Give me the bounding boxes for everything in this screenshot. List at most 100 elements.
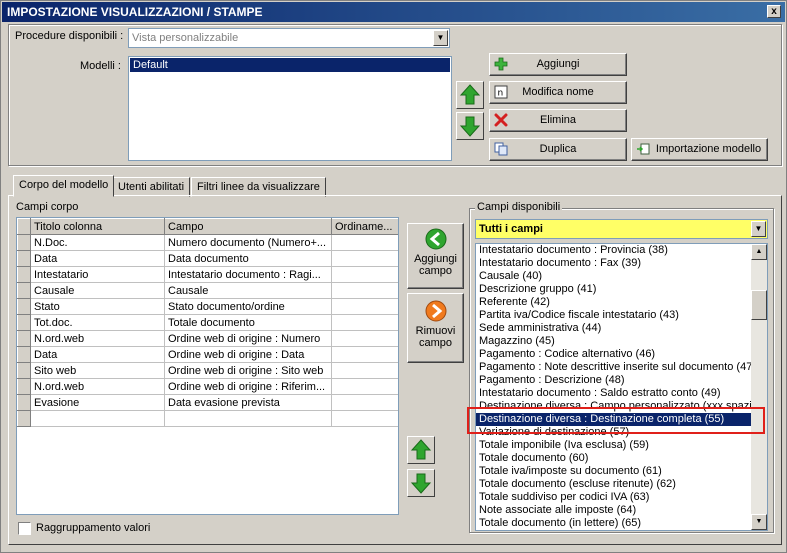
cell-titolo[interactable]: Intestatario bbox=[30, 266, 165, 283]
cell-ordinamento[interactable] bbox=[331, 282, 398, 299]
list-item[interactable]: Totale imponibile (Iva esclusa) (59) bbox=[476, 439, 751, 452]
tab-utenti-abilitati[interactable]: Utenti abilitati bbox=[112, 177, 191, 197]
cell-campo[interactable]: Data documento bbox=[164, 250, 332, 267]
table-row[interactable]: N.ord.web Ordine web di origine : Riferim… bbox=[17, 378, 398, 395]
campi-disponibili-list[interactable]: Intestatario documento : Provincia (38) I… bbox=[475, 243, 768, 531]
cell-ordinamento[interactable] bbox=[331, 378, 398, 395]
col-titolo-colonna[interactable]: Titolo colonna bbox=[30, 218, 165, 235]
modifica-nome-button[interactable]: n Modifica nome bbox=[489, 81, 627, 104]
cell-titolo[interactable]: Tot.doc. bbox=[30, 314, 165, 331]
list-item[interactable]: Partita iva/Codice fiscale intestatario … bbox=[476, 309, 751, 322]
cell-campo[interactable]: Data evasione prevista bbox=[164, 394, 332, 411]
list-item[interactable]: Referente (42) bbox=[476, 296, 751, 309]
list-item[interactable]: Totale iva/imposte su documento (61) bbox=[476, 465, 751, 478]
campi-scrollbar[interactable]: ▲ ▼ bbox=[751, 244, 767, 530]
modelli-list[interactable]: Default bbox=[128, 56, 452, 161]
cell-titolo[interactable]: Sito web bbox=[30, 362, 165, 379]
cell-ordinamento[interactable] bbox=[331, 330, 398, 347]
list-item[interactable]: Pagamento : Note descrittive inserite su… bbox=[476, 361, 751, 374]
table-row[interactable]: N.Doc. Numero documento (Numero+... bbox=[17, 234, 398, 251]
cell-campo[interactable]: Totale documento bbox=[164, 314, 332, 331]
table-row[interactable]: Stato Stato documento/ordine bbox=[17, 298, 398, 315]
table-row[interactable]: Data Ordine web di origine : Data bbox=[17, 346, 398, 363]
cell-titolo[interactable] bbox=[30, 410, 165, 427]
cell-ordinamento[interactable] bbox=[331, 314, 398, 331]
rimuovi-campo-button[interactable]: Rimuovi campo bbox=[407, 293, 464, 363]
row-selector[interactable] bbox=[17, 250, 31, 267]
list-item[interactable]: Totale documento (60) bbox=[476, 452, 751, 465]
list-item[interactable]: Intestatario documento : Saldo estratto … bbox=[476, 387, 751, 400]
cell-ordinamento[interactable] bbox=[331, 410, 398, 427]
cell-ordinamento[interactable] bbox=[331, 298, 398, 315]
cell-campo[interactable]: Ordine web di origine : Data bbox=[164, 346, 332, 363]
row-selector[interactable] bbox=[17, 394, 31, 411]
modelli-item-default[interactable]: Default bbox=[130, 58, 450, 72]
table-row[interactable]: Intestatario Intestatario documento : Rag… bbox=[17, 266, 398, 283]
cell-campo[interactable]: Intestatario documento : Ragi... bbox=[164, 266, 332, 283]
list-item[interactable]: Intestatario documento : Provincia (38) bbox=[476, 244, 751, 257]
list-item[interactable]: Descrizione gruppo (41) bbox=[476, 283, 751, 296]
row-selector[interactable] bbox=[17, 234, 31, 251]
row-selector[interactable] bbox=[17, 330, 31, 347]
raggruppamento-checkbox[interactable] bbox=[18, 522, 31, 535]
row-selector[interactable] bbox=[17, 282, 31, 299]
cell-campo[interactable]: Ordine web di origine : Riferim... bbox=[164, 378, 332, 395]
scroll-up-icon[interactable]: ▲ bbox=[751, 244, 767, 260]
list-item[interactable]: Intestatario documento : Fax (39) bbox=[476, 257, 751, 270]
chevron-down-icon[interactable]: ▼ bbox=[433, 30, 448, 46]
cell-campo[interactable]: Causale bbox=[164, 282, 332, 299]
list-item[interactable]: Totale documento (escluse ritenute) (62) bbox=[476, 478, 751, 491]
model-move-up-button[interactable] bbox=[456, 81, 484, 109]
duplica-button[interactable]: Duplica bbox=[489, 138, 627, 161]
row-selector[interactable] bbox=[17, 378, 31, 395]
cell-titolo[interactable]: N.Doc. bbox=[30, 234, 165, 251]
table-row[interactable] bbox=[17, 410, 398, 427]
chevron-down-icon[interactable]: ▼ bbox=[751, 221, 766, 237]
tab-corpo-del-modello[interactable]: Corpo del modello bbox=[13, 175, 115, 197]
cell-ordinamento[interactable] bbox=[331, 394, 398, 411]
list-item[interactable]: Sede amministrativa (44) bbox=[476, 322, 751, 335]
cell-campo[interactable] bbox=[164, 410, 332, 427]
cell-titolo[interactable]: Data bbox=[30, 346, 165, 363]
procedure-select[interactable]: Vista personalizzabile ▼ bbox=[128, 28, 450, 48]
row-selector[interactable] bbox=[17, 314, 31, 331]
cell-titolo[interactable]: Stato bbox=[30, 298, 165, 315]
list-item[interactable]: Magazzino (45) bbox=[476, 335, 751, 348]
cell-titolo[interactable]: Evasione bbox=[30, 394, 165, 411]
list-item[interactable]: Note associate alle imposte (64) bbox=[476, 504, 751, 517]
aggiungi-campo-button[interactable]: Aggiungi campo bbox=[407, 223, 464, 289]
cell-titolo[interactable]: N.ord.web bbox=[30, 378, 165, 395]
cell-ordinamento[interactable] bbox=[331, 250, 398, 267]
cell-campo[interactable]: Ordine web di origine : Numero bbox=[164, 330, 332, 347]
field-move-up-button[interactable] bbox=[407, 436, 435, 464]
cell-titolo[interactable]: N.ord.web bbox=[30, 330, 165, 347]
cell-titolo[interactable]: Causale bbox=[30, 282, 165, 299]
campi-corpo-grid[interactable]: Titolo colonna Campo Ordiname... N.Doc. N… bbox=[16, 217, 399, 515]
cell-titolo[interactable]: Data bbox=[30, 250, 165, 267]
list-item[interactable]: Causale (40) bbox=[476, 270, 751, 283]
col-campo[interactable]: Campo bbox=[164, 218, 332, 235]
col-ordinamento[interactable]: Ordiname... bbox=[331, 218, 398, 235]
table-row[interactable]: N.ord.web Ordine web di origine : Numero bbox=[17, 330, 398, 347]
cell-campo[interactable]: Stato documento/ordine bbox=[164, 298, 332, 315]
table-row[interactable]: Tot.doc. Totale documento bbox=[17, 314, 398, 331]
scroll-down-icon[interactable]: ▼ bbox=[751, 514, 767, 530]
scroll-thumb[interactable] bbox=[751, 290, 767, 320]
row-selector[interactable] bbox=[17, 410, 31, 427]
aggiungi-button[interactable]: Aggiungi bbox=[489, 53, 627, 76]
field-move-down-button[interactable] bbox=[407, 469, 435, 497]
list-item[interactable]: Pagamento : Descrizione (48) bbox=[476, 374, 751, 387]
elimina-button[interactable]: Elimina bbox=[489, 109, 627, 132]
list-item[interactable]: Totale suddiviso per codici IVA (63) bbox=[476, 491, 751, 504]
cell-ordinamento[interactable] bbox=[331, 234, 398, 251]
row-selector[interactable] bbox=[17, 346, 31, 363]
close-button[interactable]: x bbox=[767, 5, 781, 18]
cell-campo[interactable]: Numero documento (Numero+... bbox=[164, 234, 332, 251]
list-item[interactable]: Totale documento (in lettere) (65) bbox=[476, 517, 751, 530]
model-move-down-button[interactable] bbox=[456, 112, 484, 140]
table-row[interactable]: Evasione Data evasione prevista bbox=[17, 394, 398, 411]
table-row[interactable]: Causale Causale bbox=[17, 282, 398, 299]
table-row[interactable]: Sito web Ordine web di origine : Sito web bbox=[17, 362, 398, 379]
cell-ordinamento[interactable] bbox=[331, 266, 398, 283]
row-selector[interactable] bbox=[17, 362, 31, 379]
